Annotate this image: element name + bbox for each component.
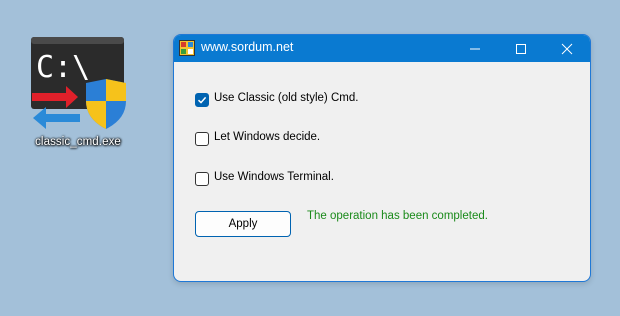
console-prompt-glyph: C:\ [36, 50, 90, 85]
app-window: www.sordum.net Use Classic (old style) C… [173, 34, 591, 282]
desktop-icon-classic-cmd[interactable]: C:\ classic_cmd.exe [27, 34, 129, 156]
maximize-button[interactable] [498, 35, 544, 62]
classic-cmd-checkbox[interactable] [195, 93, 209, 107]
desktop-icon-label: classic_cmd.exe [35, 136, 121, 148]
minimize-icon [470, 48, 480, 50]
maximize-icon [516, 44, 526, 54]
close-icon [561, 43, 573, 55]
windows-decide-label[interactable]: Let Windows decide. [214, 131, 320, 143]
windows-decide-checkbox[interactable] [195, 132, 209, 146]
status-message: The operation has been completed. [307, 210, 488, 222]
title-bar[interactable]: www.sordum.net [174, 35, 590, 62]
app-icon [179, 40, 195, 56]
cmd-shield-icon: C:\ [31, 37, 126, 129]
apply-button[interactable]: Apply [195, 211, 291, 237]
windows-terminal-checkbox[interactable] [195, 172, 209, 186]
checkmark-icon [197, 96, 207, 104]
close-button[interactable] [544, 35, 590, 62]
minimize-button[interactable] [452, 35, 498, 62]
classic-cmd-label[interactable]: Use Classic (old style) Cmd. [214, 92, 358, 104]
windows-terminal-label[interactable]: Use Windows Terminal. [214, 171, 334, 183]
window-title: www.sordum.net [201, 40, 294, 54]
